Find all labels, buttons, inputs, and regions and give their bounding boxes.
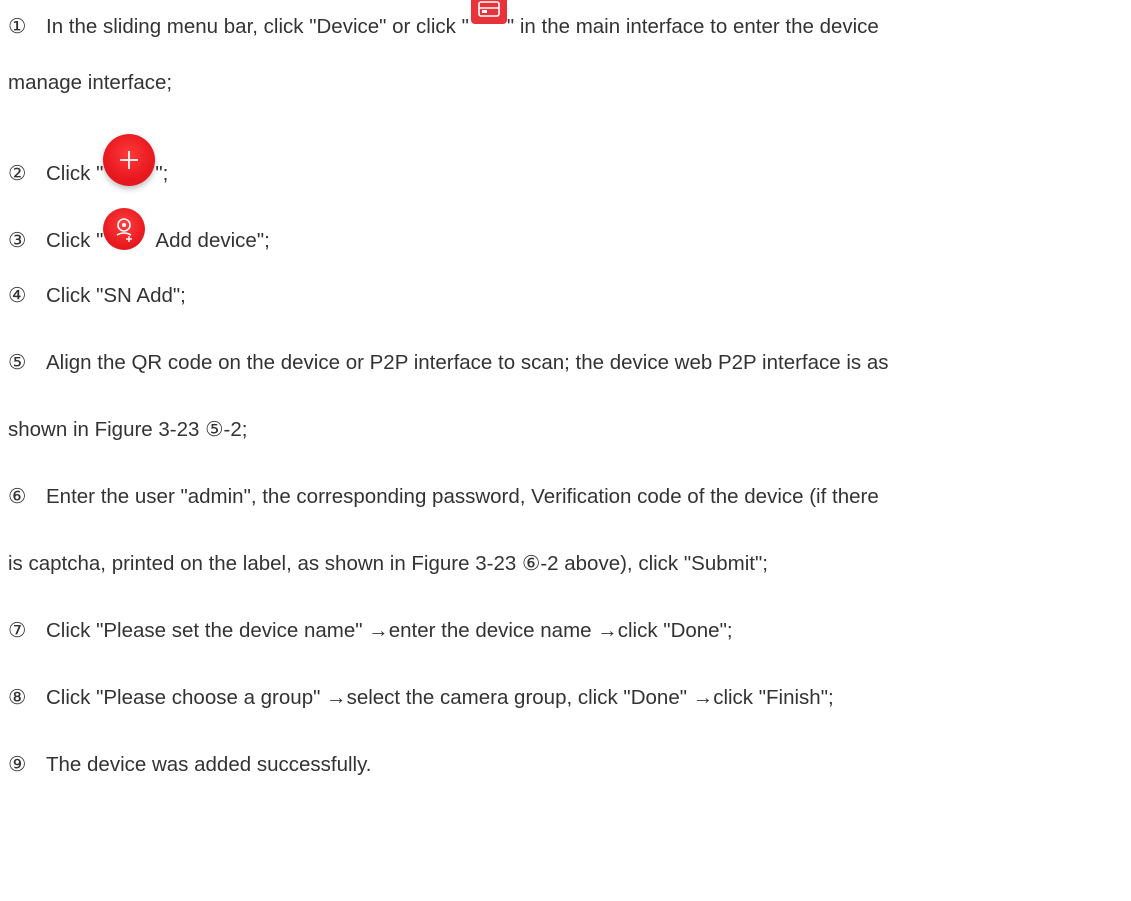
step-text-after: " in the main interface to enter the dev… xyxy=(506,15,879,38)
step-text: manage interface; xyxy=(8,71,173,94)
step-number: ⑤ xyxy=(8,351,27,374)
step-7: ⑦ Click "Please set the device name" →en… xyxy=(8,617,1123,645)
step-number: ① xyxy=(8,15,27,38)
step-text: Align the QR code on the device or P2P i… xyxy=(46,351,889,374)
step-number: ⑦ xyxy=(8,619,27,642)
step-5: ⑤ Align the QR code on the device or P2P… xyxy=(8,349,1123,377)
step-1: ① In the sliding menu bar, click "Device… xyxy=(8,0,1123,42)
step-number: ③ xyxy=(8,229,27,252)
step-text: The device was added successfully. xyxy=(46,753,372,776)
step-text-after: Add device"; xyxy=(155,229,270,252)
step-6: ⑥ Enter the user "admin", the correspond… xyxy=(8,483,1123,511)
step-number: ④ xyxy=(8,284,27,307)
step-text: Click "Please set the device name" →ente… xyxy=(46,619,733,642)
step-text: is captcha, printed on the label, as sho… xyxy=(8,552,768,575)
step-text: In the sliding menu bar, click "Device" … xyxy=(46,15,469,38)
step-8: ⑧ Click "Please choose a group" →select … xyxy=(8,684,1123,712)
step-text: Enter the user "admin", the correspondin… xyxy=(46,485,879,508)
step-text: Click "SN Add"; xyxy=(46,284,186,307)
step-number: ⑥ xyxy=(8,485,27,508)
step-number: ② xyxy=(8,162,27,185)
step-1-continuation: manage interface; xyxy=(8,69,1123,97)
step-3: ③ Click " Add device"; xyxy=(8,208,1123,262)
step-text: Click "Please choose a group" →select th… xyxy=(46,686,834,709)
device-manage-icon xyxy=(470,0,507,24)
step-4: ④ Click "SN Add"; xyxy=(8,282,1123,310)
step-5-continuation: shown in Figure 3-23 ⑤-2; xyxy=(8,416,1123,444)
step-text: Click " xyxy=(46,229,104,252)
plus-icon xyxy=(103,134,156,186)
step-text-after: "; xyxy=(155,162,169,185)
step-9: ⑨ The device was added successfully. xyxy=(8,751,1123,779)
step-2: ② Click " "; xyxy=(8,134,1123,200)
step-6-continuation: is captcha, printed on the label, as sho… xyxy=(8,550,1123,578)
step-text: Click " xyxy=(46,162,104,185)
step-number: ⑨ xyxy=(8,753,27,776)
step-text: shown in Figure 3-23 ⑤-2; xyxy=(8,418,248,441)
step-number: ⑧ xyxy=(8,686,27,709)
add-camera-icon xyxy=(103,208,146,250)
